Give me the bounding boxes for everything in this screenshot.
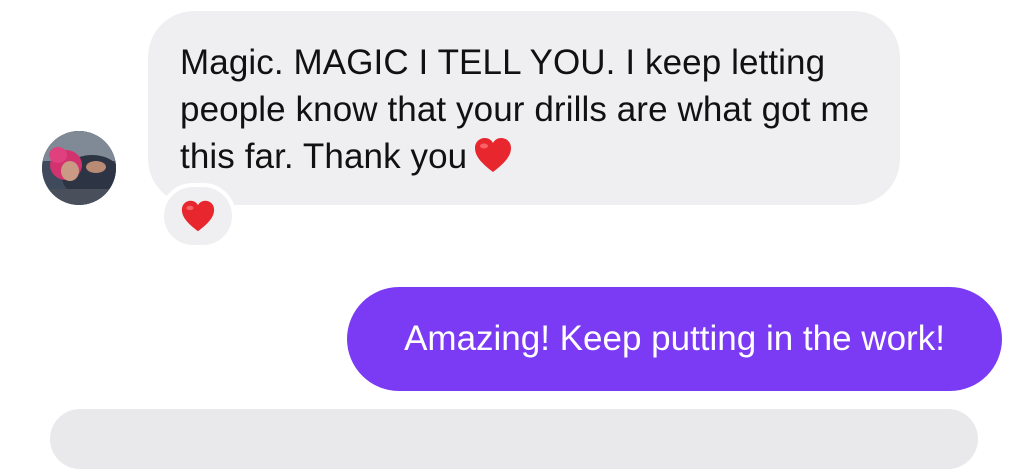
incoming-message-content: Magic. MAGIC I TELL YOU. I keep letting … bbox=[180, 43, 870, 176]
next-message-bubble-partial[interactable] bbox=[50, 409, 978, 469]
outgoing-message-bubble[interactable]: Amazing! Keep putting in the work! bbox=[347, 287, 1002, 391]
avatar-photo bbox=[42, 131, 116, 205]
incoming-message-bubble[interactable]: Magic. MAGIC I TELL YOU. I keep letting … bbox=[148, 11, 900, 205]
red-heart-icon bbox=[475, 138, 512, 172]
red-heart-icon bbox=[181, 200, 215, 232]
contact-avatar[interactable] bbox=[42, 131, 116, 205]
outgoing-message-text: Amazing! Keep putting in the work! bbox=[404, 319, 945, 358]
incoming-message-text: Magic. MAGIC I TELL YOU. I keep letting … bbox=[180, 39, 870, 180]
message-reaction[interactable] bbox=[160, 183, 236, 249]
